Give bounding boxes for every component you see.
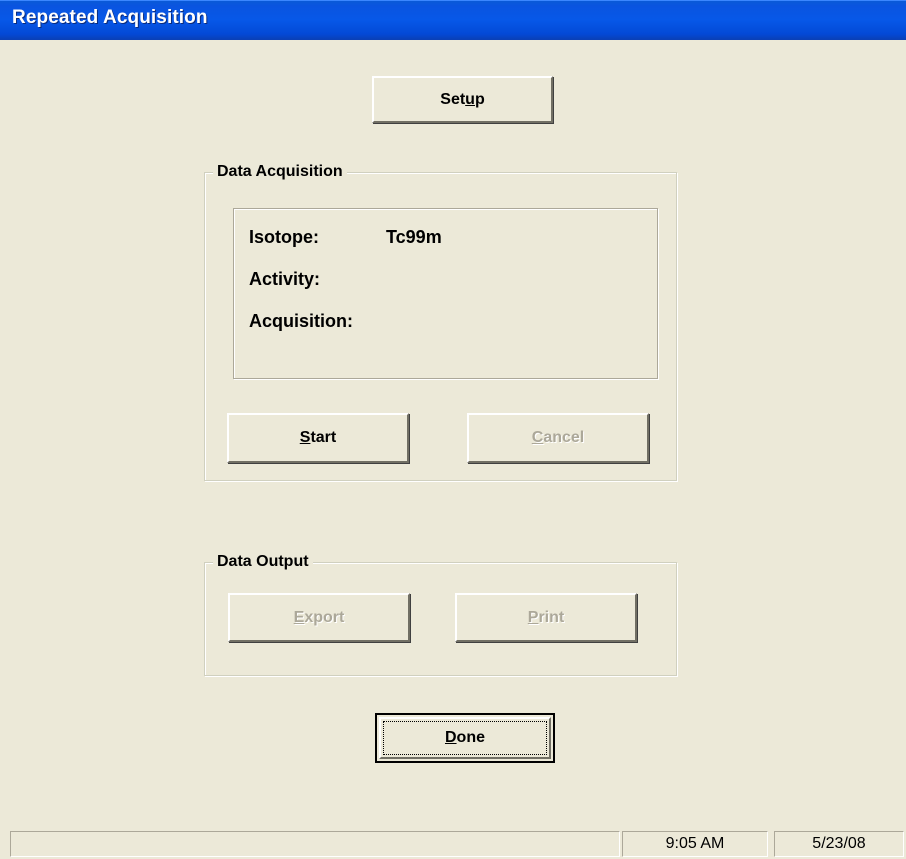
status-message-panel: [10, 831, 620, 857]
done-button-label: Done: [444, 729, 485, 746]
data-output-legend: Data Output: [213, 552, 313, 572]
start-button[interactable]: Start: [227, 413, 409, 463]
title-bar[interactable]: Repeated Acquisition: [0, 0, 906, 40]
cancel-button[interactable]: Cancel: [467, 413, 649, 463]
export-button-label: Export: [293, 608, 345, 626]
setup-button-label: Setup: [440, 90, 485, 108]
done-button[interactable]: Done: [375, 713, 555, 763]
export-button[interactable]: Export: [228, 593, 410, 642]
window-left-edge: [0, 40, 10, 859]
status-bar: 9:05 AM 5/23/08: [10, 829, 906, 859]
isotope-value: Tc99m: [386, 227, 442, 247]
isotope-label: Isotope:: [249, 227, 319, 247]
window-title: Repeated Acquisition: [12, 7, 208, 28]
status-time-panel: 9:05 AM: [622, 831, 768, 857]
setup-button[interactable]: Setup: [372, 76, 553, 123]
data-acquisition-legend: Data Acquisition: [213, 162, 347, 182]
start-button-label: Start: [299, 429, 337, 446]
activity-label: Activity:: [249, 269, 321, 289]
print-button-label: Print: [527, 608, 565, 626]
repeated-acquisition-window: Repeated Acquisition Setup Data Acquisit…: [0, 0, 906, 859]
cancel-button-label: Cancel: [531, 429, 585, 446]
acquisition-label: Acquisition:: [249, 311, 353, 331]
status-date-panel: 5/23/08: [774, 831, 904, 857]
print-button[interactable]: Print: [455, 593, 637, 642]
